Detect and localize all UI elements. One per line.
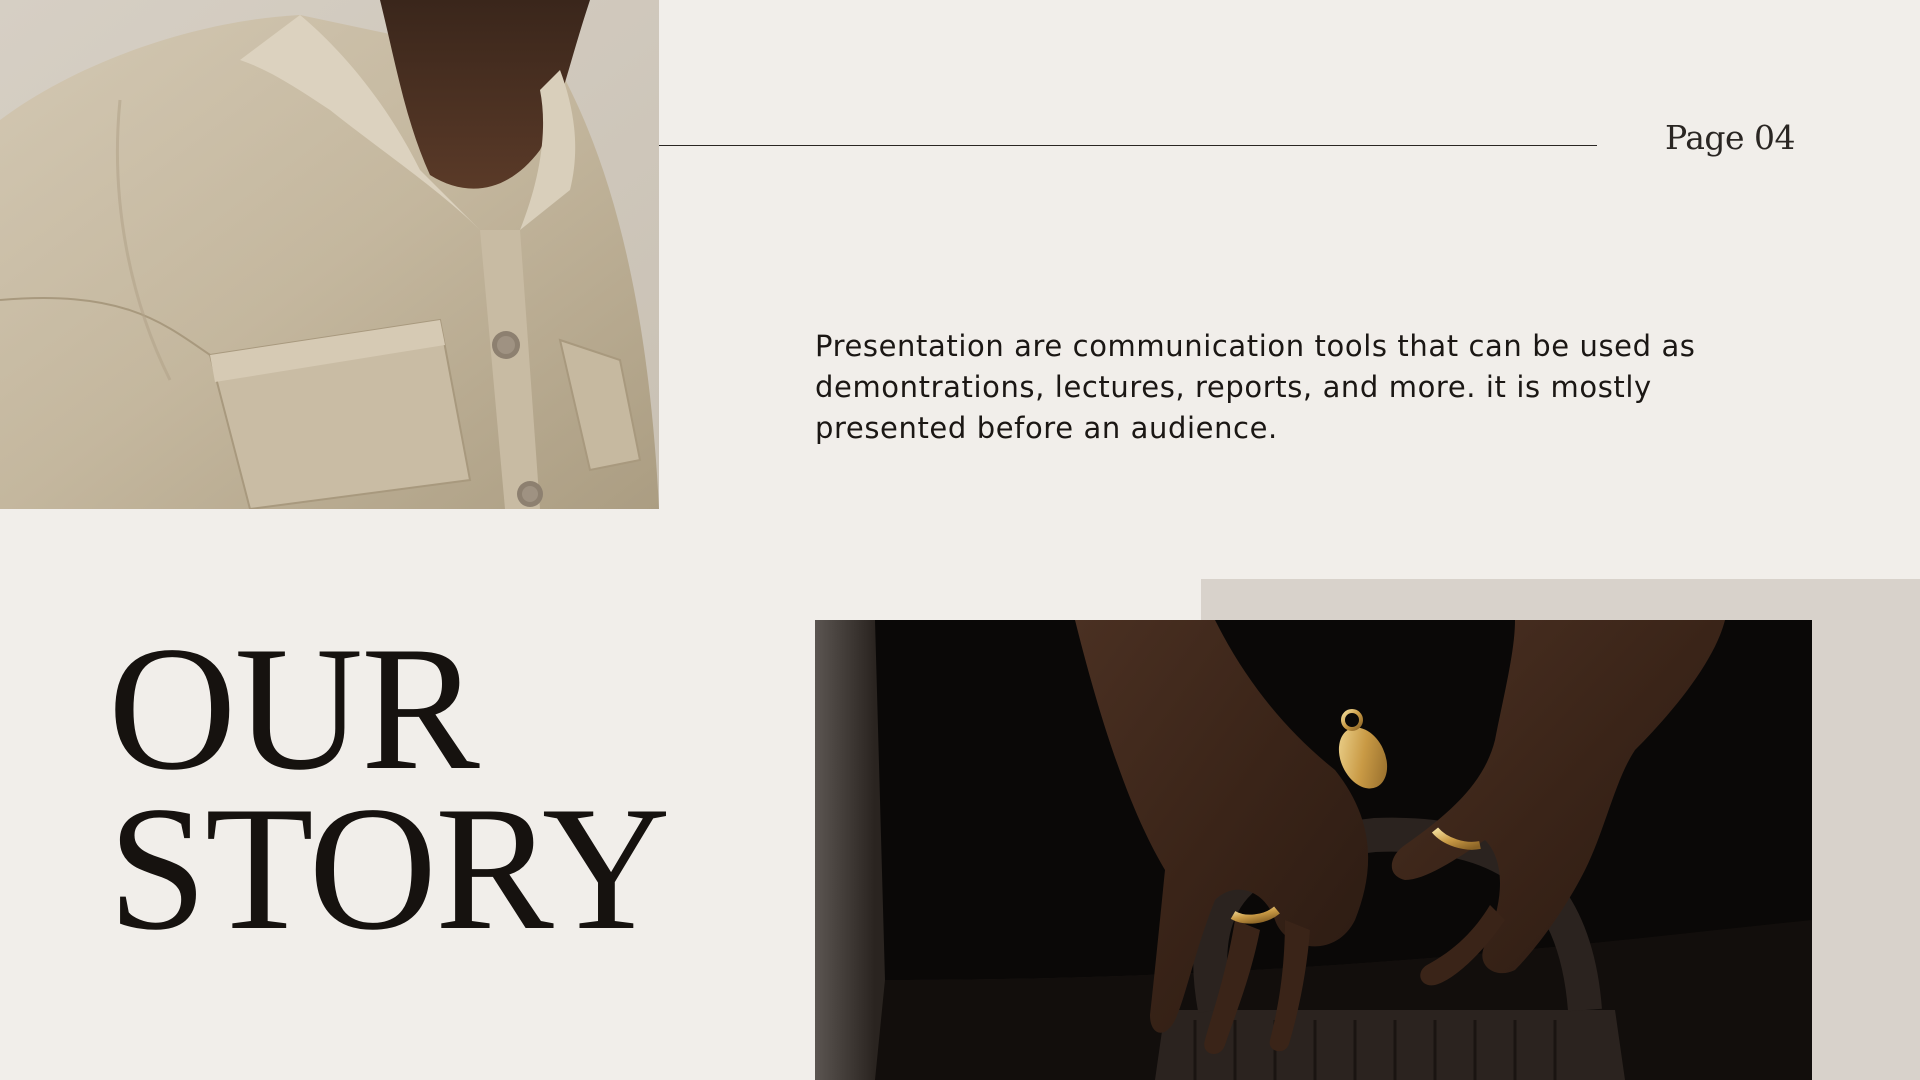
- slide: Page 04 Presentation are communication t…: [0, 0, 1920, 1080]
- hands-photo-illustration: [815, 620, 1812, 1080]
- body-paragraph: Presentation are communication tools tha…: [815, 329, 1696, 445]
- shirt-photo-illustration: [0, 0, 659, 509]
- headline-line-1: OUR: [108, 609, 480, 807]
- header-divider: [659, 145, 1597, 146]
- headline-line-2: STORY: [108, 769, 671, 967]
- headline: OUR STORY: [108, 609, 671, 967]
- page-number: Page 04: [1664, 118, 1796, 157]
- hands-rings-photo: [815, 620, 1812, 1080]
- shirt-photo: [0, 0, 659, 509]
